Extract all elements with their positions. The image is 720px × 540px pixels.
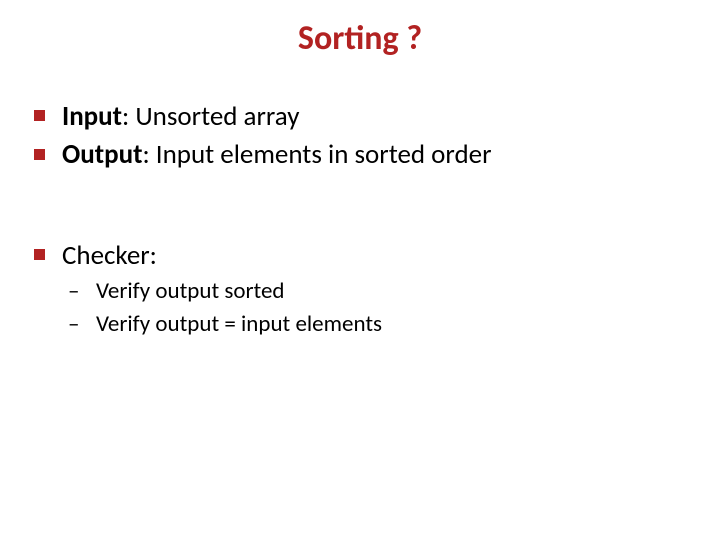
spacer bbox=[34, 176, 686, 238]
bullet-input-label: Input bbox=[62, 100, 122, 133]
bullet-checker: Checker: bbox=[34, 238, 686, 274]
bullet-checker-label: Checker: bbox=[62, 239, 157, 272]
bullet-output-text: : Input elements in sorted order bbox=[142, 138, 491, 171]
bullet-input-text: : Unsorted array bbox=[122, 100, 299, 133]
sub-bullet-verify-sorted: Verify output sorted bbox=[68, 276, 686, 307]
bullet-output: Output: Input elements in sorted order bbox=[34, 137, 686, 173]
slide: Sorting ? Input: Unsorted array Output: … bbox=[0, 0, 720, 540]
bullet-output-label: Output bbox=[62, 138, 142, 171]
bullet-input: Input: Unsorted array bbox=[34, 99, 686, 135]
slide-title: Sorting ? bbox=[0, 0, 720, 99]
slide-body: Input: Unsorted array Output: Input elem… bbox=[0, 99, 720, 340]
sub-bullet-verify-equal: Verify output = input elements bbox=[68, 309, 686, 340]
